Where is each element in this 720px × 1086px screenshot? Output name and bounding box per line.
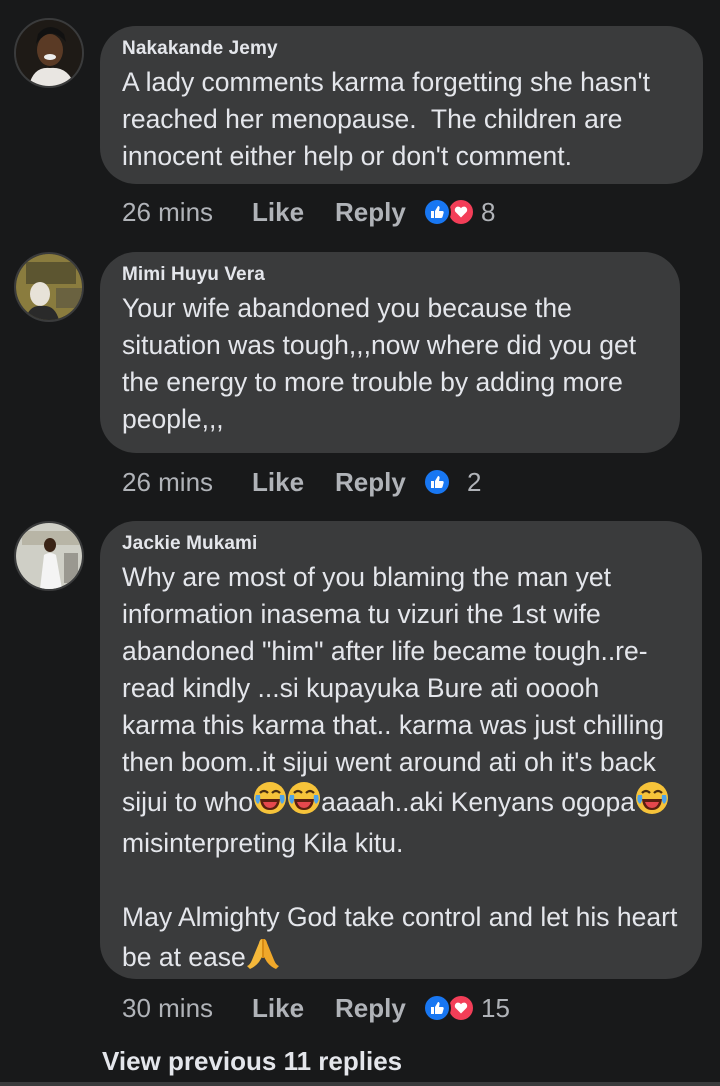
comment-text: Why are most of you blaming the man yet …	[122, 559, 680, 980]
comment-actions: 26 mins Like Reply 2	[122, 464, 481, 500]
folded-hands-emoji-icon	[246, 936, 280, 980]
reply-button[interactable]: Reply	[335, 197, 423, 228]
divider	[0, 1082, 720, 1086]
avatar-photo-icon	[16, 20, 82, 86]
like-icon	[423, 468, 451, 496]
avatar[interactable]	[14, 252, 84, 322]
reactions-summary[interactable]	[423, 994, 481, 1022]
like-icon	[423, 198, 451, 226]
comment-timestamp[interactable]: 30 mins	[122, 993, 252, 1024]
comment-bubble: Mimi Huyu Vera Your wife abandoned you b…	[100, 252, 680, 453]
comment-text: Your wife abandoned you because the situ…	[122, 293, 644, 434]
like-button[interactable]: Like	[252, 467, 335, 498]
reply-button[interactable]: Reply	[335, 993, 423, 1024]
reactions-summary[interactable]	[423, 468, 467, 496]
reaction-count[interactable]: 2	[467, 467, 481, 498]
reaction-count[interactable]: 8	[481, 197, 495, 228]
laughing-emoji-icon	[635, 781, 669, 825]
laughing-emoji-icon	[253, 781, 287, 825]
comment-text-part: aaaah..aki Kenyans ogopa	[321, 787, 635, 817]
comment-actions: 26 mins Like Reply 8	[122, 194, 495, 230]
laughing-emoji-icon	[287, 781, 321, 825]
avatar[interactable]	[14, 18, 84, 88]
like-icon	[423, 994, 451, 1022]
like-button[interactable]: Like	[252, 197, 335, 228]
comment-author[interactable]: Nakakande Jemy	[122, 38, 681, 60]
comment-text: A lady comments karma forgetting she has…	[122, 67, 658, 171]
comment-timestamp[interactable]: 26 mins	[122, 197, 252, 228]
love-icon	[447, 198, 475, 226]
reaction-count[interactable]: 15	[481, 993, 510, 1024]
avatar-photo-icon	[16, 523, 82, 589]
comment-bubble: Jackie Mukami Why are most of you blamin…	[100, 521, 702, 979]
avatar[interactable]	[14, 521, 84, 591]
view-previous-replies-link[interactable]: View previous 11 replies	[102, 1046, 402, 1077]
comment-author[interactable]: Mimi Huyu Vera	[122, 264, 658, 286]
comment-text-part: Why are most of you blaming the man yet …	[122, 562, 672, 817]
comment-author[interactable]: Jackie Mukami	[122, 533, 680, 555]
reply-button[interactable]: Reply	[335, 467, 423, 498]
comment-text-part: May Almighty God take control and let hi…	[122, 902, 685, 972]
love-icon	[447, 994, 475, 1022]
reactions-summary[interactable]	[423, 198, 481, 226]
like-button[interactable]: Like	[252, 993, 335, 1024]
comment-actions: 30 mins Like Reply 15	[122, 990, 510, 1026]
avatar-photo-icon	[16, 254, 82, 320]
comment-timestamp[interactable]: 26 mins	[122, 467, 252, 498]
comment-bubble: Nakakande Jemy A lady comments karma for…	[100, 26, 703, 184]
